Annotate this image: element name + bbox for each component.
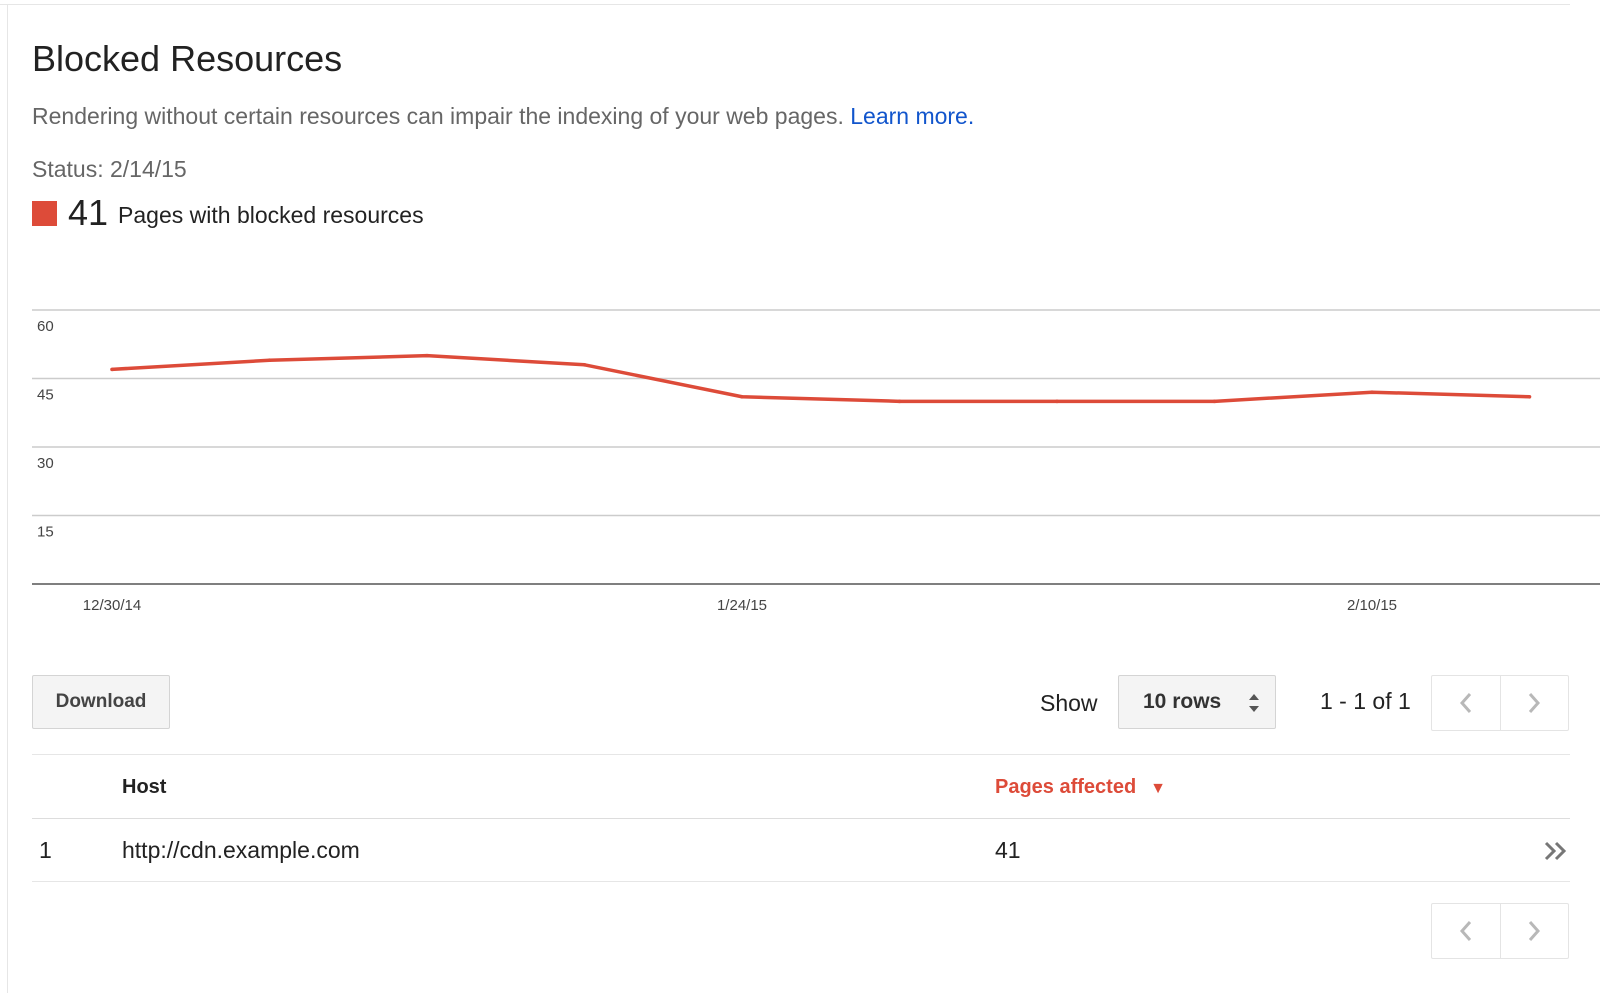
- blocked-pages-chart: 15 30 45 60 12/30/14 1/24/15 2/10/15: [32, 309, 1600, 614]
- column-header-host[interactable]: Host: [122, 776, 166, 799]
- double-chevron-right-icon[interactable]: [1542, 839, 1572, 863]
- chevron-right-icon: [1529, 921, 1541, 941]
- pager-bottom: [1431, 903, 1569, 959]
- series-point: [1212, 399, 1217, 404]
- y-tick-label: 45: [37, 387, 54, 404]
- legend-swatch-icon: [32, 200, 57, 226]
- page-top-rule: [0, 4, 1570, 5]
- table-row-rule: [32, 881, 1570, 882]
- learn-more-link[interactable]: Learn more.: [850, 103, 974, 129]
- table-top-rule: [32, 754, 1570, 755]
- series-point: [582, 363, 587, 367]
- description-text: Rendering without certain resources can …: [32, 103, 844, 129]
- chevron-right-icon: [1529, 693, 1541, 713]
- y-tick-label: 30: [37, 455, 54, 472]
- column-header-pages-affected-label: Pages affected: [995, 776, 1137, 798]
- series-point: [110, 367, 114, 372]
- download-button[interactable]: Download: [32, 675, 170, 729]
- rows-per-page-value: 10 rows: [1143, 690, 1222, 713]
- pager-top: [1431, 675, 1569, 731]
- row-pages-affected: 41: [995, 837, 1021, 863]
- prev-page-button[interactable]: [1432, 676, 1500, 730]
- series-point: [897, 399, 902, 404]
- series-point: [1370, 390, 1374, 394]
- page-description: Rendering without certain resources can …: [32, 103, 974, 130]
- chevron-left-icon: [1459, 693, 1471, 713]
- prev-page-button-bottom[interactable]: [1432, 904, 1500, 958]
- y-tick-label: 15: [37, 524, 54, 541]
- series-point: [740, 394, 744, 399]
- page-title: Blocked Resources: [32, 38, 343, 79]
- status-date: Status: 2/14/15: [32, 156, 187, 182]
- series-point: [1055, 399, 1059, 404]
- series-point: [1527, 394, 1532, 399]
- sort-updown-icon: [1249, 694, 1259, 712]
- chevron-left-icon: [1459, 921, 1471, 941]
- table-row[interactable]: 1 http://cdn.example.com 41: [32, 819, 1570, 881]
- show-label: Show: [1040, 690, 1098, 716]
- x-tick-label: 2/10/15: [1347, 597, 1397, 614]
- y-tick-label: 60: [37, 318, 54, 335]
- summary-count: 41: [68, 192, 109, 233]
- rows-per-page-select[interactable]: 10 rows: [1118, 675, 1276, 729]
- summary: 41 Pages with blocked resources: [32, 192, 424, 234]
- column-header-pages-affected[interactable]: Pages affected ▼: [995, 776, 1166, 799]
- sort-down-icon: ▼: [1150, 780, 1167, 797]
- next-page-button-bottom[interactable]: [1499, 904, 1569, 958]
- next-page-button[interactable]: [1499, 676, 1569, 730]
- series-point: [425, 353, 429, 358]
- series-point: [267, 358, 272, 363]
- x-tick-label: 1/24/15: [717, 597, 767, 614]
- row-index: 1: [39, 837, 52, 863]
- row-host: http://cdn.example.com: [122, 837, 360, 863]
- x-tick-label: 12/30/14: [83, 597, 141, 614]
- summary-label: Pages with blocked resources: [118, 201, 424, 228]
- page-range: 1 - 1 of 1: [1320, 688, 1411, 714]
